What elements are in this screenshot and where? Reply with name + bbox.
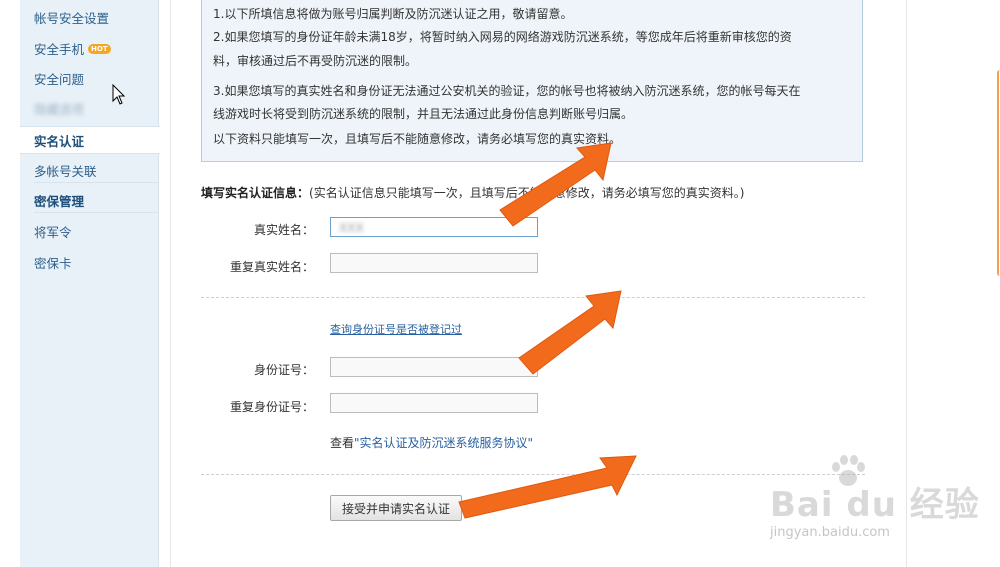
watermark-main: Bai du 经验 bbox=[770, 485, 980, 525]
baidu-watermark: Bai du 经验 jingyan.baidu.com bbox=[770, 455, 990, 555]
arrow-icon bbox=[458, 455, 637, 519]
arrow-icon bbox=[499, 142, 612, 227]
arrow-icon bbox=[518, 290, 622, 375]
watermark-sub: jingyan.baidu.com bbox=[770, 525, 890, 540]
